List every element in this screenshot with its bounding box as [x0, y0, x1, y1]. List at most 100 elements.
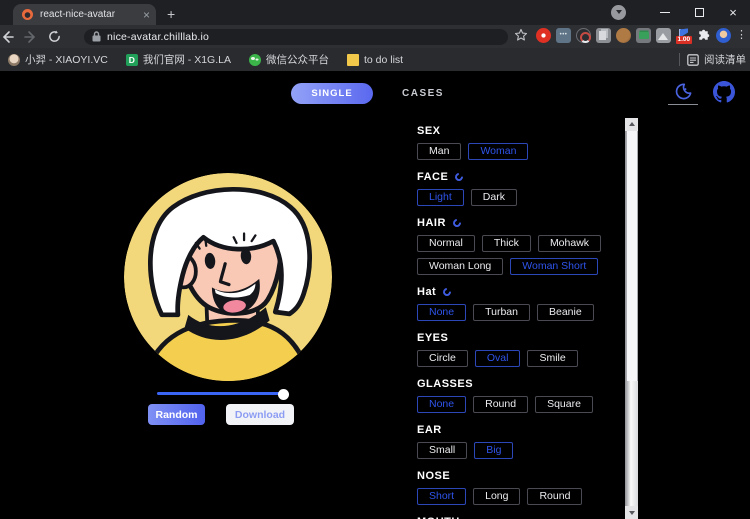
config-section-glasses: GLASSES None Round Square — [417, 377, 622, 413]
option-short[interactable]: Short — [417, 488, 466, 505]
section-label: SEX — [417, 124, 622, 137]
browser-update-icon[interactable] — [611, 5, 626, 20]
scroll-down-icon[interactable] — [625, 506, 638, 519]
reading-list-button[interactable]: 阅读清单 — [687, 52, 750, 67]
option-beanie[interactable]: Beanie — [537, 304, 594, 321]
maximize-button[interactable] — [682, 0, 716, 25]
site-favicon-icon — [22, 9, 33, 20]
address-bar[interactable]: nice-avatar.chilllab.io — [84, 29, 508, 45]
minimize-button[interactable] — [648, 0, 682, 25]
slider-thumb[interactable] — [278, 389, 289, 400]
tab-single[interactable]: SINGLE — [291, 83, 373, 104]
cookie-extension-icon[interactable] — [616, 28, 631, 43]
option-square[interactable]: Square — [535, 396, 593, 413]
tab-close-icon[interactable]: × — [143, 9, 150, 21]
shuffle-icon[interactable] — [454, 171, 465, 182]
reading-list-icon — [687, 54, 699, 66]
close-button[interactable]: × — [716, 0, 750, 25]
bookmark-item[interactable]: 我们官网 - X1G.LA — [126, 52, 231, 67]
active-indicator — [668, 104, 698, 105]
github-icon[interactable] — [710, 79, 738, 104]
browser-tab[interactable]: react-nice-avatar × — [13, 4, 156, 25]
bookmark-item[interactable]: 小羿 - XIAOYI.VC — [8, 52, 108, 67]
config-section-mouth: MOUTH — [417, 515, 622, 519]
option-none[interactable]: None — [417, 396, 466, 413]
config-section-eyes: EYES Circle Oval Smile — [417, 331, 622, 367]
option-smile[interactable]: Smile — [527, 350, 577, 367]
back-icon[interactable] — [0, 30, 24, 44]
config-section-ear: EAR Small Big — [417, 423, 622, 459]
shuffle-icon[interactable] — [442, 286, 453, 297]
browser-toolbar: nice-avatar.chilllab.io 1.00 ⋮ — [0, 25, 750, 48]
option-round[interactable]: Round — [527, 488, 582, 505]
config-section-hair: HAIR Normal Thick Mohawk Woman Long Woman Sho… — [417, 216, 622, 275]
shuffle-icon[interactable] — [451, 217, 462, 228]
config-section-nose: NOSE Short Long Round — [417, 469, 622, 505]
scroll-up-icon[interactable] — [625, 118, 638, 131]
section-label: EYES — [417, 331, 622, 344]
reload-icon[interactable] — [48, 30, 72, 43]
extensions-puzzle-icon[interactable] — [696, 28, 711, 43]
kebab-menu-icon[interactable]: ⋮ — [736, 28, 746, 43]
url-text: nice-avatar.chilllab.io — [107, 31, 209, 43]
section-label: GLASSES — [417, 377, 622, 390]
option-dark[interactable]: Dark — [471, 189, 517, 206]
forward-icon[interactable] — [24, 30, 48, 44]
flag-extension-icon[interactable]: 1.00 — [676, 28, 691, 43]
wechat-favicon-icon — [249, 54, 261, 66]
lock-icon — [92, 31, 101, 42]
section-label: NOSE — [417, 469, 622, 482]
option-thick[interactable]: Thick — [482, 235, 531, 252]
config-scrollbar[interactable] — [625, 118, 638, 519]
copy-extension-icon[interactable] — [596, 28, 611, 43]
dial-extension-icon[interactable] — [576, 28, 591, 43]
option-oval[interactable]: Oval — [475, 350, 521, 367]
download-button[interactable]: Download — [226, 404, 294, 425]
bookmarks-bar: 小羿 - XIAOYI.VC 我们官网 - X1G.LA 微信公众平台 to d… — [0, 48, 750, 71]
option-long[interactable]: Long — [473, 488, 520, 505]
option-woman[interactable]: Woman — [468, 143, 528, 160]
section-label: EAR — [417, 423, 622, 436]
extension-badge: 1.00 — [676, 36, 692, 44]
option-woman-short[interactable]: Woman Short — [510, 258, 598, 275]
image-extension-icon[interactable] — [656, 28, 671, 43]
config-section-hat: Hat None Turban Beanie — [417, 285, 622, 321]
tab-title: react-nice-avatar — [40, 9, 139, 20]
slider-track[interactable] — [157, 392, 288, 395]
section-label: MOUTH — [417, 515, 622, 519]
option-none[interactable]: None — [417, 304, 466, 321]
config-panel: SEX Man Woman FACE Light Dark HAIR Normal Thick M… — [417, 124, 622, 519]
option-normal[interactable]: Normal — [417, 235, 475, 252]
random-button[interactable]: Random — [148, 404, 205, 425]
option-woman-long[interactable]: Woman Long — [417, 258, 503, 275]
yellow-note-favicon-icon — [347, 54, 359, 66]
section-label: HAIR — [417, 216, 622, 229]
avatar-preview[interactable] — [124, 173, 332, 381]
section-label: FACE — [417, 170, 622, 183]
folder-extension-icon[interactable] — [636, 28, 651, 43]
moon-theme-icon[interactable] — [668, 80, 698, 103]
option-big[interactable]: Big — [474, 442, 513, 459]
option-small[interactable]: Small — [417, 442, 467, 459]
option-circle[interactable]: Circle — [417, 350, 468, 367]
bookmark-star-icon[interactable] — [514, 28, 528, 42]
option-round[interactable]: Round — [473, 396, 528, 413]
avatar-favicon-icon — [8, 54, 20, 66]
option-light[interactable]: Light — [417, 189, 464, 206]
zoom-slider[interactable] — [157, 386, 288, 400]
option-mohawk[interactable]: Mohawk — [538, 235, 601, 252]
bookmark-item[interactable]: 微信公众平台 — [249, 52, 329, 67]
bookmark-item[interactable]: to do list — [347, 54, 403, 66]
red-dot-extension-icon[interactable] — [536, 28, 551, 43]
profile-avatar-icon[interactable] — [716, 28, 731, 43]
option-turban[interactable]: Turban — [473, 304, 530, 321]
section-label: Hat — [417, 285, 622, 298]
option-man[interactable]: Man — [417, 143, 461, 160]
dots-extension-icon[interactable] — [556, 28, 571, 43]
browser-titlebar: react-nice-avatar × + × — [0, 0, 750, 25]
page-content: SINGLE CASES — [0, 71, 750, 519]
scrollbar-thumb[interactable] — [626, 131, 638, 381]
green-d-favicon-icon — [126, 54, 138, 66]
new-tab-button[interactable]: + — [167, 5, 175, 23]
tab-cases[interactable]: CASES — [402, 88, 444, 99]
